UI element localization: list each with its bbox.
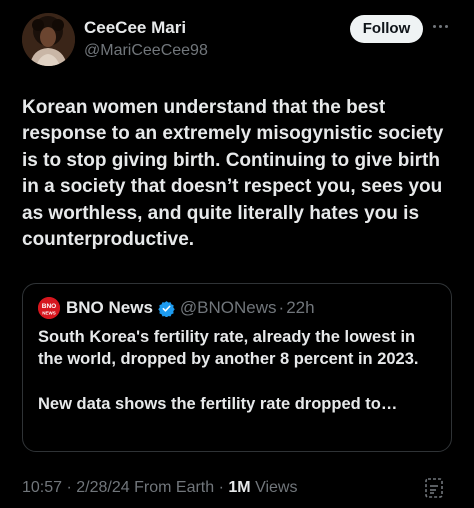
author-display-name[interactable]: CeeCee Mari — [84, 18, 208, 38]
views-label: Views — [255, 479, 298, 496]
analytics-icon[interactable] — [425, 478, 443, 498]
quote-header: BNO NEWS BNO News @BNONews · 22h — [38, 297, 315, 319]
tweet-date[interactable]: 2/28/24 — [76, 479, 129, 496]
quote-author-handle[interactable]: @BNONews — [180, 298, 277, 318]
author-info: CeeCee Mari @MariCeeCee98 — [84, 18, 208, 61]
tweet-text: Korean women understand that the best re… — [22, 97, 444, 251]
quote-timestamp[interactable]: 22h — [286, 298, 314, 318]
tweet: CeeCee Mari @MariCeeCee98 Follow Korean … — [0, 0, 474, 508]
separator-dot: · — [218, 479, 224, 496]
tweet-source: From Earth — [134, 479, 215, 496]
tweet-time[interactable]: 10:57 — [22, 479, 62, 496]
separator-dot: · — [66, 479, 72, 496]
follow-button[interactable]: Follow — [350, 15, 423, 43]
quote-body: South Korea's fertility rate, already th… — [38, 326, 438, 416]
author-avatar[interactable] — [22, 13, 75, 66]
svg-text:NEWS: NEWS — [42, 311, 56, 316]
bno-logo-icon: BNO NEWS — [38, 297, 60, 319]
quote-body-paragraph: South Korea's fertility rate, already th… — [38, 328, 419, 369]
more-horizontal-icon[interactable] — [433, 25, 449, 31]
svg-text:BNO: BNO — [42, 303, 56, 310]
verified-badge-icon — [158, 300, 175, 317]
separator-dot: · — [278, 298, 285, 317]
tweet-meta: 10:57 · 2/28/24 From Earth · 1M Views — [22, 479, 297, 497]
quoted-tweet[interactable]: BNO NEWS BNO News @BNONews · 22h South K… — [22, 283, 452, 452]
bno-news-avatar: BNO NEWS — [38, 297, 60, 319]
quote-body-paragraph: New data shows the fertility rate droppe… — [38, 395, 398, 414]
views-count: 1M — [228, 479, 251, 496]
quote-author-name[interactable]: BNO News — [66, 298, 153, 318]
author-handle[interactable]: @MariCeeCee98 — [84, 41, 208, 61]
avatar-image — [22, 13, 75, 66]
